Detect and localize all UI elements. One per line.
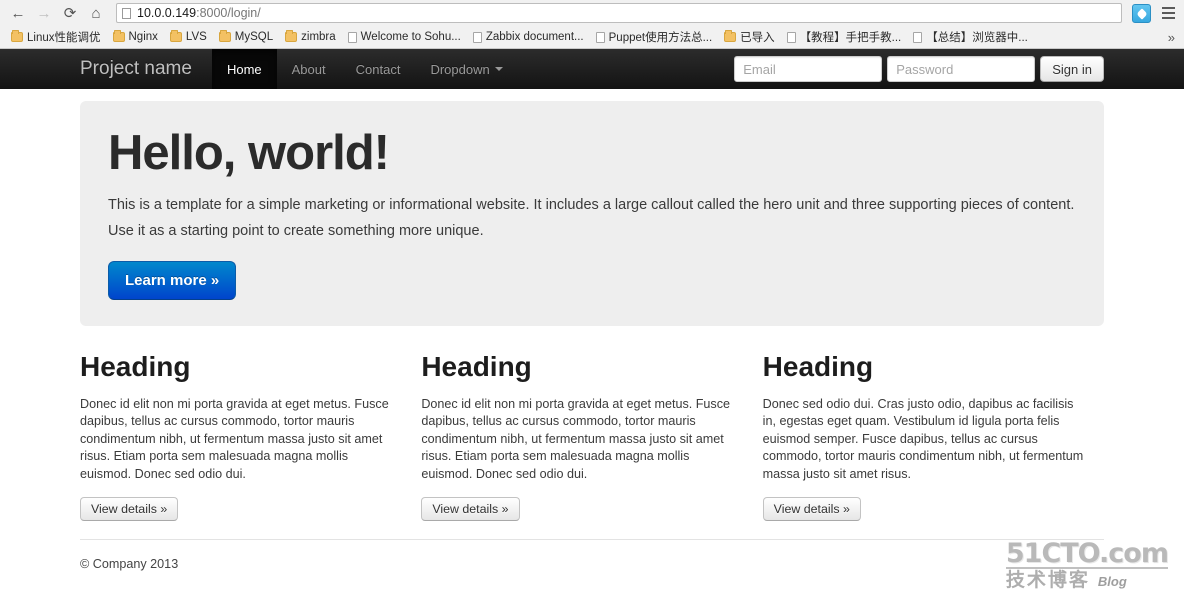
- page-document-icon: [122, 7, 131, 19]
- folder-icon: [169, 30, 182, 42]
- watermark-brand: 51CTO.com: [1005, 538, 1169, 569]
- bookmark-label: 已导入: [740, 32, 775, 44]
- forward-arrow-icon[interactable]: →: [32, 2, 56, 24]
- page-icon: [347, 31, 357, 43]
- chevron-down-icon: [494, 67, 503, 71]
- reload-icon[interactable]: ⟳: [58, 2, 82, 24]
- nav-link-contact[interactable]: Contact: [341, 49, 416, 89]
- bookmark-label: 【教程】手把手教...: [799, 32, 902, 44]
- nav-link-label: About: [291, 61, 326, 77]
- nav-link-label: Dropdown: [430, 61, 490, 77]
- page-icon: [595, 31, 605, 43]
- bookmarks-overflow-button[interactable]: »: [1168, 30, 1178, 45]
- bookmark-label: 【总结】浏览器中...: [926, 32, 1028, 44]
- bookmark-item[interactable]: 已导入: [719, 27, 780, 47]
- url-host: 10.0.0.149: [137, 6, 197, 20]
- hamburger-menu-icon[interactable]: [1158, 3, 1178, 23]
- address-bar[interactable]: 10.0.0.149:8000/login/: [116, 3, 1122, 23]
- bookmark-item[interactable]: Zabbix document...: [468, 29, 589, 45]
- bookmark-label: Zabbix document...: [485, 31, 584, 43]
- feature-columns: Heading Donec id elit non mi porta gravi…: [80, 350, 1104, 522]
- sign-in-button[interactable]: Sign in: [1040, 56, 1104, 82]
- bookmark-item[interactable]: zimbra: [280, 29, 341, 45]
- column-body-text: Donec sed odio dui. Cras justo odio, dap…: [762, 396, 1084, 481]
- navbar-links: Home About Contact Dropdown: [211, 49, 518, 89]
- view-details-button[interactable]: View details »: [421, 497, 520, 522]
- bookmark-label: Linux性能调优: [27, 32, 101, 44]
- page-footer: © Company 2013: [80, 539, 1104, 571]
- nav-link-home[interactable]: Home: [211, 49, 277, 89]
- browser-chrome: ← → ⟳ ⌂ 10.0.0.149:8000/login/ Linux性能调优…: [0, 0, 1184, 49]
- hero-unit: Hello, world! This is a template for a s…: [80, 101, 1104, 326]
- feature-column: Heading Donec id elit non mi porta gravi…: [80, 350, 421, 522]
- back-arrow-icon[interactable]: ←: [6, 2, 30, 24]
- bookmark-label: zimbra: [301, 31, 336, 43]
- page-icon: [913, 31, 923, 43]
- page-container: Hello, world! This is a template for a s…: [80, 89, 1104, 571]
- bookmark-label: Welcome to Sohu...: [360, 31, 461, 43]
- nav-link-label: Home: [226, 61, 262, 77]
- column-heading: Heading: [80, 351, 191, 382]
- nav-link-label: Contact: [355, 61, 401, 77]
- column-heading: Heading: [421, 351, 532, 382]
- column-heading: Heading: [762, 351, 874, 382]
- email-field[interactable]: [734, 56, 883, 82]
- browser-toolbar: ← → ⟳ ⌂ 10.0.0.149:8000/login/: [0, 0, 1184, 26]
- bookmark-item[interactable]: LVS: [165, 29, 212, 45]
- hero-lead-text: This is a template for a simple marketin…: [108, 197, 1075, 239]
- view-details-button[interactable]: View details »: [80, 497, 179, 522]
- bookmark-label: Puppet使用方法总...: [608, 32, 713, 44]
- bookmark-item[interactable]: Puppet使用方法总...: [591, 27, 718, 47]
- navbar-brand[interactable]: Project name: [80, 49, 212, 89]
- bookmark-label: Nginx: [128, 31, 158, 43]
- bookmark-label: LVS: [185, 31, 207, 43]
- view-details-button[interactable]: View details »: [762, 497, 861, 522]
- learn-more-button[interactable]: Learn more »: [108, 261, 237, 300]
- feature-column: Heading Donec sed odio dui. Cras justo o…: [762, 350, 1104, 522]
- home-icon[interactable]: ⌂: [84, 2, 108, 24]
- edit-extension-icon[interactable]: [1132, 3, 1151, 23]
- url-path: :8000/login/: [196, 6, 261, 20]
- bookmark-item[interactable]: 【教程】手把手教...: [782, 27, 907, 47]
- column-body-text: Donec id elit non mi porta gravida at eg…: [80, 396, 389, 481]
- watermark-subtitle-en: Blog: [1097, 574, 1127, 589]
- watermark-logo: 51CTO.com 技术博客 Blog: [1005, 538, 1169, 591]
- page-icon: [472, 31, 482, 43]
- bookmark-label: MySQL: [234, 31, 274, 43]
- nav-link-about[interactable]: About: [277, 49, 341, 89]
- watermark-subtitle-cn: 技术博客: [1005, 570, 1090, 591]
- bookmark-item[interactable]: Linux性能调优: [6, 27, 106, 47]
- page-icon: [786, 31, 796, 43]
- bookmark-item[interactable]: MySQL: [214, 29, 278, 45]
- site-navbar: Project name Home About Contact Dropdown…: [0, 49, 1184, 89]
- password-field[interactable]: [887, 56, 1036, 82]
- folder-icon: [11, 30, 23, 42]
- folder-icon: [218, 30, 231, 42]
- copyright-text: © Company 2013: [80, 557, 179, 572]
- navbar-signin-form: Sign in: [734, 49, 1104, 89]
- bookmark-item[interactable]: Welcome to Sohu...: [343, 29, 466, 45]
- bookmark-item[interactable]: 【总结】浏览器中...: [908, 27, 1033, 47]
- folder-icon: [112, 30, 125, 42]
- feature-column: Heading Donec id elit non mi porta gravi…: [421, 350, 762, 522]
- column-body-text: Donec id elit non mi porta gravida at eg…: [421, 396, 731, 481]
- page-title: Hello, world!: [108, 126, 390, 180]
- bookmark-item[interactable]: Nginx: [108, 29, 163, 45]
- nav-link-dropdown[interactable]: Dropdown: [415, 49, 517, 89]
- folder-icon: [285, 30, 298, 42]
- folder-icon: [724, 30, 737, 42]
- bookmarks-bar: Linux性能调优 Nginx LVS MySQL zimbra Welcome…: [0, 26, 1184, 48]
